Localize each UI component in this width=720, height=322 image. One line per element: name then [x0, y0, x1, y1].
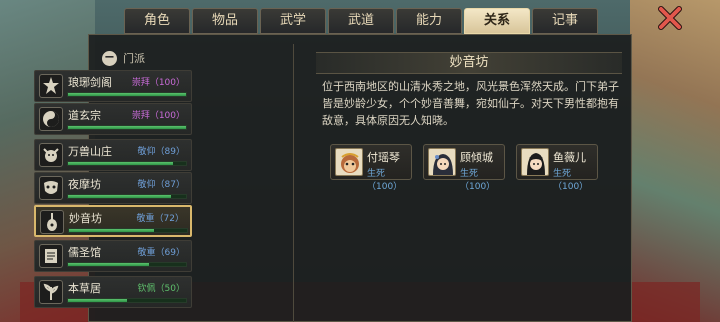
member-name: 顾倾城 — [460, 151, 493, 164]
close-icon — [658, 6, 682, 30]
member-name: 鱼薇儿 — [553, 151, 586, 164]
scroll-icon — [39, 244, 63, 268]
faction-status: 崇拜（100） — [131, 111, 185, 121]
favor-fill — [68, 126, 186, 129]
tab-items[interactable]: 物品 — [192, 8, 258, 34]
tab-martial-way[interactable]: 武道 — [328, 8, 394, 34]
tab-relations[interactable]: 关系 — [464, 8, 530, 34]
favor-bar — [67, 92, 187, 97]
lute-icon — [40, 210, 64, 234]
faction-row[interactable]: 万兽山庄 敬仰（89） — [34, 139, 192, 171]
faction-status: 崇拜（100） — [131, 78, 185, 88]
close-button[interactable] — [656, 4, 684, 32]
faction-row[interactable]: 道玄宗 崇拜（100） — [34, 103, 192, 135]
favor-fill — [68, 195, 171, 198]
member-card[interactable]: 顾倾城 生死（100） — [423, 144, 505, 192]
favor-bar — [67, 262, 187, 267]
girl-portrait-icon — [521, 148, 549, 176]
favor-bar — [67, 298, 187, 303]
member-status: 生死（100） — [553, 169, 589, 192]
section-title: 门派 — [123, 52, 145, 65]
backdrop-right — [630, 0, 720, 322]
herb-icon — [39, 280, 63, 304]
lady-portrait-icon — [428, 148, 456, 176]
favor-bar — [67, 194, 187, 199]
tab-bar: 角色 物品 武学 武道 能力 关系 记事 — [124, 8, 598, 34]
faction-row[interactable]: 琅琊剑阁 崇拜（100） — [34, 70, 192, 102]
faction-status: 钦佩（50） — [137, 284, 185, 294]
section-header[interactable]: − 门派 — [102, 50, 145, 66]
faction-row[interactable]: 本草居 钦佩（50） — [34, 276, 192, 308]
faction-name: 妙音坊 — [69, 212, 102, 225]
member-status: 生死（100） — [460, 169, 496, 192]
member-status: 生死（100） — [367, 169, 403, 192]
favor-fill — [68, 263, 150, 266]
faction-row[interactable]: 儒圣馆 敬重（69） — [34, 240, 192, 272]
monkey-portrait-icon — [335, 148, 363, 176]
faction-status: 敬重（72） — [136, 214, 184, 224]
demon-mask-icon — [39, 176, 63, 200]
game-screen: 角色 物品 武学 武道 能力 关系 记事 − 门派 琅琊剑阁 崇拜（100） 道… — [0, 0, 720, 322]
tab-character[interactable]: 角色 — [124, 8, 190, 34]
detail-description: 位于西南地区的山清水秀之地，风光景色浑然天成。门下弟子皆是妙龄少女，个个妙音善舞… — [322, 80, 619, 127]
faction-name: 琅琊剑阁 — [68, 76, 112, 89]
member-card[interactable]: 付瑶琴 生死（100） — [330, 144, 412, 192]
sword-pavilion-icon — [39, 74, 63, 98]
detail-title: 妙音坊 — [449, 55, 489, 70]
faction-name: 本草居 — [68, 282, 101, 295]
faction-row[interactable]: 夜摩坊 敬仰（87） — [34, 172, 192, 204]
member-name: 付瑶琴 — [367, 151, 400, 164]
favor-fill — [69, 229, 154, 232]
member-card[interactable]: 鱼薇儿 生死（100） — [516, 144, 598, 192]
faction-name: 道玄宗 — [68, 109, 101, 122]
tab-journal[interactable]: 记事 — [532, 8, 598, 34]
collapse-icon[interactable]: − — [102, 50, 117, 66]
favor-fill — [68, 162, 174, 165]
detail-header: 妙音坊 — [316, 52, 622, 74]
faction-name: 儒圣馆 — [68, 246, 101, 259]
tab-abilities[interactable]: 能力 — [396, 8, 462, 34]
faction-status: 敬仰（87） — [137, 180, 185, 190]
favor-bar — [67, 161, 187, 166]
faction-status: 敬仰（89） — [137, 147, 185, 157]
faction-row-selected[interactable]: 妙音坊 敬重（72） — [34, 205, 192, 237]
taiji-icon — [39, 107, 63, 131]
favor-bar — [68, 228, 188, 233]
faction-name: 万兽山庄 — [68, 145, 112, 158]
faction-name: 夜摩坊 — [68, 178, 101, 191]
favor-bar — [67, 125, 187, 130]
favor-fill — [68, 93, 186, 96]
favor-fill — [68, 299, 127, 302]
faction-status: 敬重（69） — [137, 248, 185, 258]
tab-martial-arts[interactable]: 武学 — [260, 8, 326, 34]
beast-icon — [39, 143, 63, 167]
